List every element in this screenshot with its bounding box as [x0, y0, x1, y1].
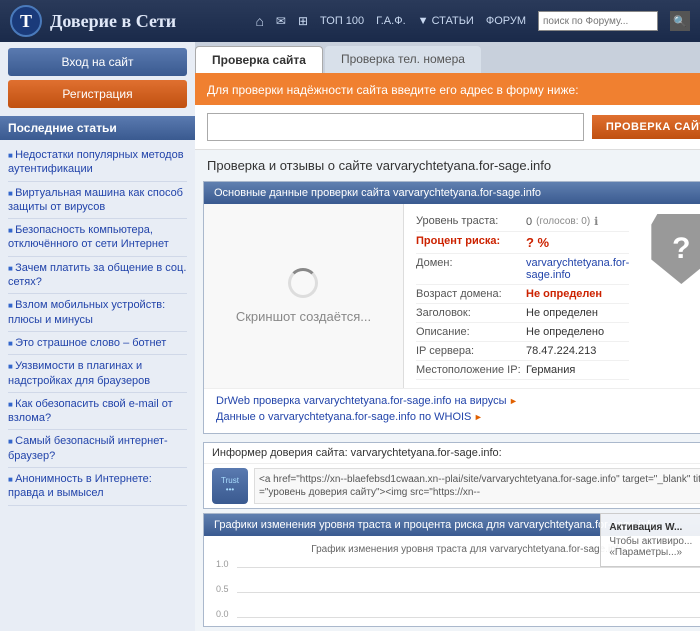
list-item[interactable]: Уязвимости в плагинах и надстройках для … [8, 355, 187, 393]
title-row: Заголовок: Не определен [416, 304, 629, 323]
percent-risk-row: Процент риска: ? % [416, 232, 629, 254]
search-button[interactable]: 🔍 [670, 11, 690, 31]
results-title-bar: Основные данные проверки сайта varvarych… [204, 182, 700, 204]
list-item[interactable]: Недостатки популярных методов аутентифик… [8, 144, 187, 182]
forum-nav[interactable]: ФОРУМ [486, 15, 526, 27]
check-links: DrWeb проверка varvarychtetyana.for-sage… [204, 388, 700, 433]
loading-spinner [288, 268, 318, 298]
screenshot-text: Скриншот создаётся... [236, 309, 371, 324]
graph-line-bot [237, 617, 700, 618]
description-value: Не определено [526, 326, 629, 338]
graph-line-mid [237, 592, 700, 593]
trust-level-row: Уровень траста: 0 (голосов: 0) ℹ [416, 212, 629, 232]
home-icon[interactable]: ⌂ [255, 13, 263, 29]
tab-check-site[interactable]: Проверка сайта [195, 46, 323, 73]
y-label-top: 1.0 [216, 559, 229, 569]
ip-label: IP сервера: [416, 345, 526, 357]
list-item[interactable]: Как обезопасить свой e-mail от взлома? [8, 393, 187, 431]
check-result-header: Проверка и отзывы о сайте varvarychtetya… [195, 150, 700, 181]
shield-icon: ? [651, 214, 700, 284]
informer-section: Информер доверия сайта: varvarychtetyana… [203, 442, 700, 509]
list-item[interactable]: Это страшное слово – ботнет [8, 332, 187, 355]
url-input-area: ПРОВЕРКА САЙТА [195, 105, 700, 150]
sidebar-articles: Недостатки популярных методов аутентифик… [0, 140, 195, 510]
whois-link[interactable]: Данные о varvarychtetyana.for-sage.info … [216, 409, 700, 425]
description-label: Описание: [416, 326, 526, 338]
age-row: Возраст домена: Не определен [416, 285, 629, 304]
info-bar: Для проверки надёжности сайта введите ег… [195, 75, 700, 105]
tab-check-phone[interactable]: Проверка тел. номера [325, 46, 481, 73]
check-site-button[interactable]: ПРОВЕРКА САЙТА [592, 115, 700, 139]
list-item[interactable]: Зачем платить за общение в соц. сетях? [8, 257, 187, 295]
search-input[interactable] [538, 11, 658, 31]
content-area: Проверка сайта Проверка тел. номера Для … [195, 42, 700, 631]
faq-nav[interactable]: Г.А.Ф. [376, 15, 405, 27]
graph-canvas: 1.0 0.5 0.0 [212, 559, 700, 619]
trust-zero: 0 [526, 216, 532, 228]
trust-info-icon[interactable]: ℹ [594, 215, 598, 228]
logo-area: Т Доверие в Сети [10, 5, 245, 37]
articles-nav[interactable]: ▼ СТАТЬИ [418, 15, 474, 27]
screenshot-area: Скриншот создаётся... [204, 204, 404, 388]
tabs: Проверка сайта Проверка тел. номера [195, 42, 700, 75]
logo-icon: Т [10, 5, 42, 37]
list-item[interactable]: Самый безопасный интернет-браузер? [8, 430, 187, 468]
trust-text: Trust••• [221, 477, 239, 495]
login-button[interactable]: Вход на сайт [8, 48, 187, 76]
y-label-bot: 0.0 [216, 609, 229, 619]
description-row: Описание: Не определено [416, 323, 629, 342]
top100-nav[interactable]: ТОП 100 [320, 15, 364, 27]
location-value: Германия [526, 364, 629, 376]
percent-risk-label: Процент риска: [416, 235, 526, 247]
activation-text: Чтобы активиро... «Параметры...» [609, 536, 700, 558]
nav-links: ⌂ ✉ ⊞ ТОП 100 Г.А.Ф. ▼ СТАТЬИ ФОРУМ 🔍 [255, 11, 690, 31]
age-value: Не определен [526, 288, 629, 300]
url-input[interactable] [207, 113, 584, 141]
mail-icon[interactable]: ✉ [276, 14, 286, 28]
drweb-link[interactable]: DrWeb проверка varvarychtetyana.for-sage… [216, 393, 700, 409]
list-item[interactable]: Анонимность в Интернете: правда и вымысе… [8, 468, 187, 506]
content-wrapper: Проверка сайта Проверка тел. номера Для … [195, 42, 700, 627]
location-row: Местоположение IP: Германия [416, 361, 629, 380]
header: Т Доверие в Сети ⌂ ✉ ⊞ ТОП 100 Г.А.Ф. ▼ … [0, 0, 700, 42]
informer-code[interactable]: <a href="https://xn--blaefebsd1cwaan.xn-… [254, 468, 700, 504]
informer-title: Информер доверия сайта: varvarychtetyana… [204, 443, 700, 463]
trust-votes: (голосов: 0) [536, 216, 590, 227]
percent-risk-value: ? % [526, 235, 629, 250]
list-item[interactable]: Виртуальная машина как способ защиты от … [8, 182, 187, 220]
list-item[interactable]: Безопасность компьютера, отключённого от… [8, 219, 187, 257]
main-layout: Вход на сайт Регистрация Последние стать… [0, 42, 700, 631]
ip-row: IP сервера: 78.47.224.213 [416, 342, 629, 361]
info-table: Уровень траста: 0 (голосов: 0) ℹ Процент… [404, 204, 641, 388]
svg-text:Т: Т [20, 11, 32, 31]
domain-label: Домен: [416, 257, 526, 269]
informer-icon: Trust••• [212, 468, 248, 504]
y-label-mid: 0.5 [216, 584, 229, 594]
results-body: Скриншот создаётся... Уровень траста: 0 … [204, 204, 700, 388]
trust-badge: ? [651, 214, 700, 284]
title-value: Не определен [526, 307, 629, 319]
results-panel: Основные данные проверки сайта varvarych… [203, 181, 700, 434]
ip-value: 78.47.224.213 [526, 345, 629, 357]
recent-articles-title: Последние статьи [0, 116, 195, 140]
grid-icon[interactable]: ⊞ [298, 14, 308, 28]
register-button[interactable]: Регистрация [8, 80, 187, 108]
title-label: Заголовок: [416, 307, 526, 319]
activation-title: Активация W... [609, 522, 700, 533]
informer-content: Trust••• <a href="https://xn--blaefebsd1… [204, 463, 700, 508]
sidebar: Вход на сайт Регистрация Последние стать… [0, 42, 195, 631]
location-label: Местоположение IP: [416, 364, 526, 376]
graph-line-top [237, 567, 700, 568]
trust-level-value: 0 (голосов: 0) ℹ [526, 215, 629, 228]
domain-row: Домен: varvarychtetyana.for-sage.info [416, 254, 629, 285]
site-title: Доверие в Сети [50, 11, 176, 32]
age-label: Возраст домена: [416, 288, 526, 300]
list-item[interactable]: Взлом мобильных устройств: плюсы и минус… [8, 294, 187, 332]
activation-overlay: Активация W... Чтобы активиро... «Параме… [600, 513, 700, 567]
domain-value: varvarychtetyana.for-sage.info [526, 257, 629, 281]
trust-level-label: Уровень траста: [416, 215, 526, 227]
